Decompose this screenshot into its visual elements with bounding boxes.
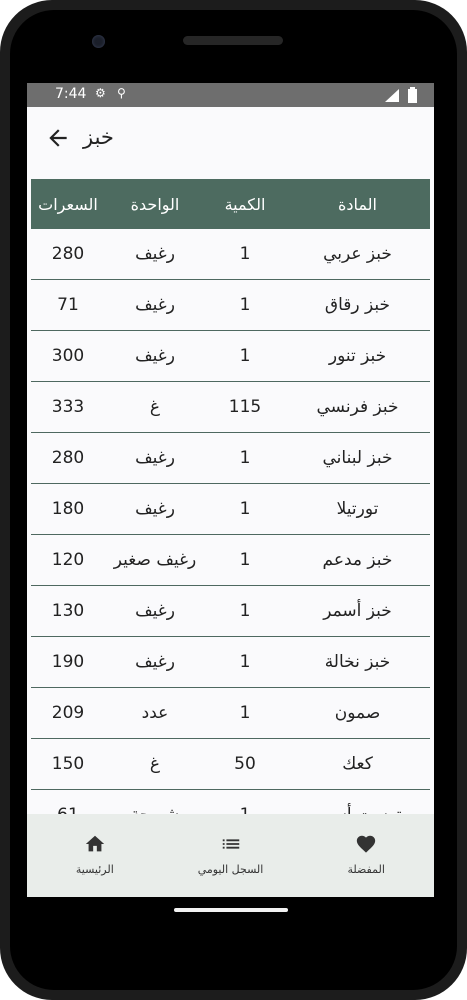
header-quantity: الكمية xyxy=(224,194,266,214)
app-bar: خبز xyxy=(27,107,434,173)
nav-home-label: الرئيسية xyxy=(75,863,114,876)
cell-unit: رغيف xyxy=(135,346,175,366)
cell-calories: 120 xyxy=(51,550,85,570)
list-icon xyxy=(222,839,239,849)
volume-button xyxy=(461,382,467,516)
cell-calories: 333 xyxy=(51,397,85,417)
cell-calories: 190 xyxy=(51,652,85,672)
home-icon xyxy=(85,835,104,852)
cell-item: خبز عربي xyxy=(323,244,392,264)
cell-item: صمون xyxy=(334,703,381,723)
table-row[interactable]: خبز رقاق 1 رغيف 71 xyxy=(31,280,430,331)
table-row[interactable]: صمون 1 عدد 209 xyxy=(31,688,430,739)
table-header: المادة الكمية الواحدة السعرات xyxy=(31,179,430,229)
nav-favorites[interactable]: المفضلة xyxy=(298,814,434,897)
table-row[interactable]: كعك 50 غ 150 xyxy=(31,739,430,790)
cell-quantity: 1 xyxy=(239,499,251,519)
signal-icon xyxy=(385,89,399,102)
table-row[interactable]: خبز لبناني 1 رغيف 280 xyxy=(31,433,430,484)
nav-favorites-label: المفضلة xyxy=(347,863,385,876)
header-unit: الواحدة xyxy=(130,194,180,214)
table-row[interactable]: خبز أسمر 1 رغيف 130 xyxy=(31,586,430,637)
cell-item: خبز فرنسي xyxy=(316,397,399,417)
cell-item: كعك xyxy=(342,754,373,774)
cell-quantity: 50 xyxy=(234,754,256,774)
cell-quantity: 1 xyxy=(239,295,251,315)
cell-calories: 130 xyxy=(51,601,85,621)
cell-quantity: 1 xyxy=(239,703,251,723)
table-body: خبز عربي 1 رغيف 280 خبز رقاق 1 رغيف 71 خبز تنور 1… xyxy=(31,229,430,841)
table-row[interactable]: خبز نخالة 1 رغيف 190 xyxy=(31,637,430,688)
cell-calories: 150 xyxy=(51,754,85,774)
cell-quantity: 1 xyxy=(239,550,251,570)
cell-calories: 280 xyxy=(51,244,85,264)
settings-icon: ⚙ xyxy=(95,86,106,100)
cell-quantity: 1 xyxy=(239,448,251,468)
cell-unit: رغيف xyxy=(135,295,175,315)
screen: 7:44 ⚙ ⚲ خبز المادة الكمية الواحدة السعر… xyxy=(27,83,434,897)
cell-calories: 300 xyxy=(51,346,85,366)
back-arrow-icon[interactable] xyxy=(45,125,71,151)
cell-item: خبز رقاق xyxy=(324,295,391,315)
cell-item: خبز نخالة xyxy=(324,652,391,672)
earpiece-speaker xyxy=(183,36,283,45)
cell-unit: رغيف xyxy=(135,244,175,264)
home-indicator[interactable] xyxy=(174,908,288,912)
power-button xyxy=(461,252,467,316)
cell-item: خبز تنور xyxy=(328,346,387,366)
cell-unit: غ xyxy=(149,754,161,774)
heart-icon xyxy=(357,835,376,853)
bottom-nav: الرئيسية السجل اليومي المفضلة xyxy=(27,814,434,897)
table-row[interactable]: خبز تنور 1 رغيف 300 xyxy=(31,331,430,382)
calorie-table: المادة الكمية الواحدة السعرات خبز عربي 1 ر… xyxy=(31,179,430,841)
cell-unit: غ xyxy=(149,397,161,417)
cell-quantity: 1 xyxy=(239,601,251,621)
cell-unit: رغيف صغير xyxy=(113,550,197,570)
nav-daily-log[interactable]: السجل اليومي xyxy=(163,814,299,897)
cell-calories: 180 xyxy=(51,499,85,519)
cell-unit: رغيف xyxy=(135,499,175,519)
cell-unit: رغيف xyxy=(135,652,175,672)
front-camera xyxy=(92,35,105,48)
cell-unit: رغيف xyxy=(135,601,175,621)
table-row[interactable]: خبز عربي 1 رغيف 280 xyxy=(31,229,430,280)
status-bar: 7:44 ⚙ ⚲ xyxy=(27,83,434,107)
header-item: المادة xyxy=(338,194,377,214)
cell-quantity: 1 xyxy=(239,346,251,366)
cell-quantity: 1 xyxy=(239,244,251,264)
cell-item: خبز مدعم xyxy=(322,550,393,570)
cell-quantity: 1 xyxy=(239,652,251,672)
nav-home[interactable]: الرئيسية xyxy=(27,814,163,897)
table-row[interactable]: تورتيلا 1 رغيف 180 xyxy=(31,484,430,535)
status-time: 7:44 xyxy=(55,86,87,102)
cell-calories: 280 xyxy=(51,448,85,468)
cell-unit: رغيف xyxy=(135,448,175,468)
table-row[interactable]: خبز مدعم 1 رغيف صغير 120 xyxy=(31,535,430,586)
cell-calories: 209 xyxy=(51,703,85,723)
nav-daily-log-label: السجل اليومي xyxy=(197,863,264,876)
cell-item: تورتيلا xyxy=(336,499,379,519)
header-calories: السعرات xyxy=(38,194,98,214)
cell-quantity: 115 xyxy=(228,397,262,417)
cell-item: خبز أسمر xyxy=(323,601,392,621)
cell-calories: 71 xyxy=(57,295,79,315)
notification-icon: ⚲ xyxy=(117,86,126,100)
battery-icon xyxy=(408,87,417,103)
page-title: خبز xyxy=(83,125,114,149)
table-row[interactable]: خبز فرنسي 115 غ 333 xyxy=(31,382,430,433)
cell-unit: عدد xyxy=(141,703,169,723)
cell-item: خبز لبناني xyxy=(322,448,393,468)
